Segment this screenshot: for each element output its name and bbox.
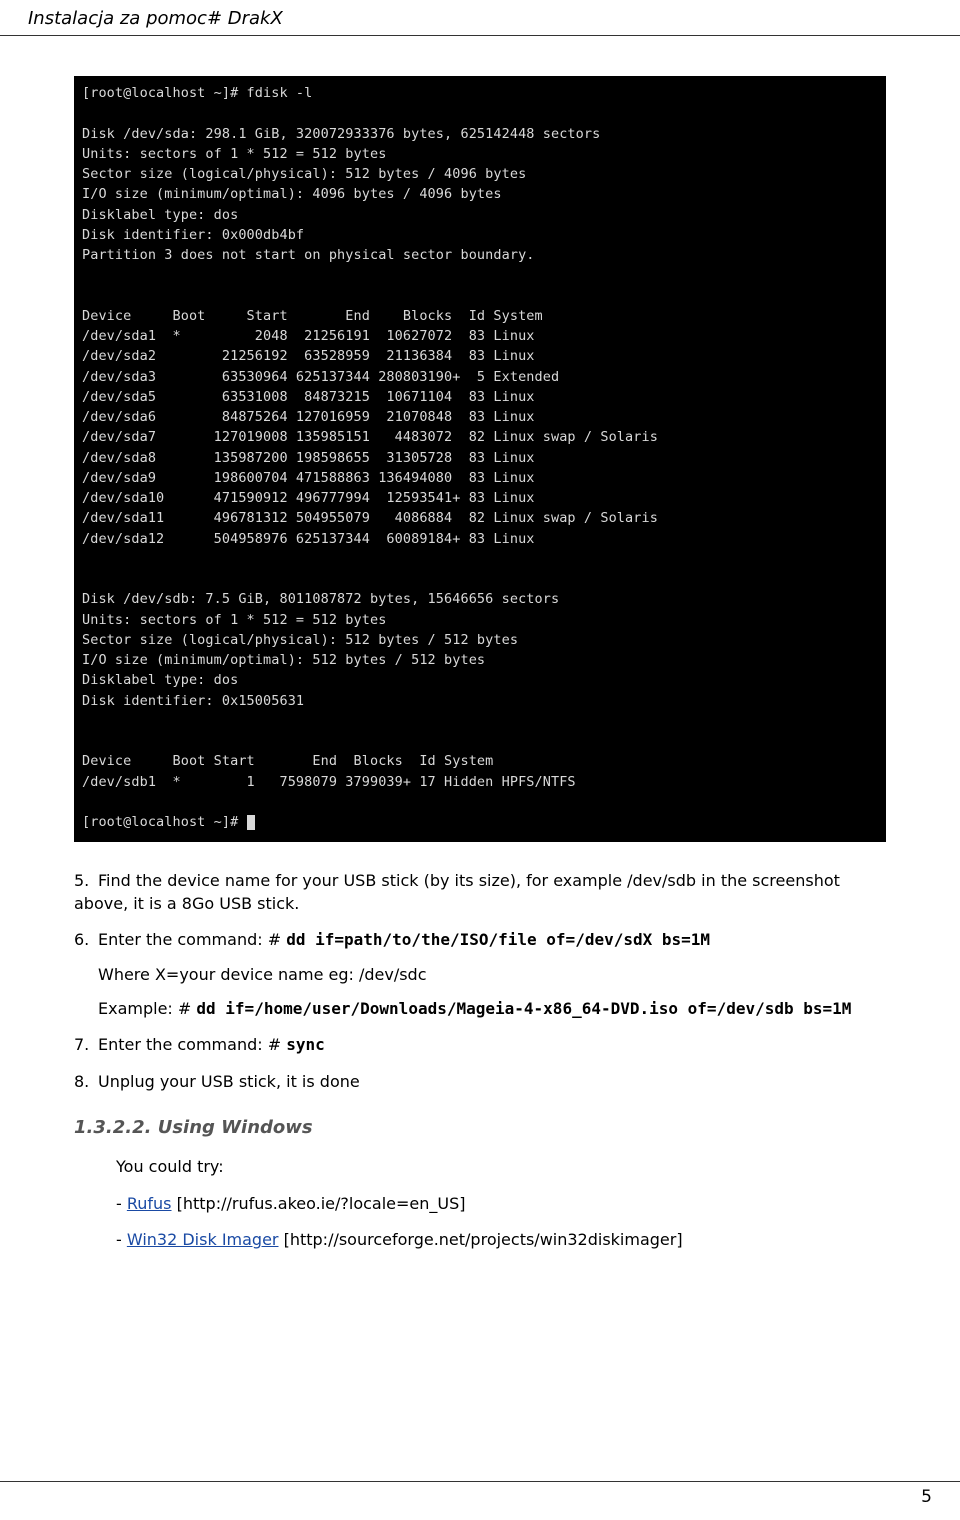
term-line: Disklabel type: dos xyxy=(82,672,238,688)
command-text: sync xyxy=(286,1035,325,1054)
step-text: Enter the command: # sync xyxy=(98,1035,325,1054)
term-prompt: [root@localhost ~]# xyxy=(82,814,247,830)
section-heading: 1.3.2.2. Using Windows xyxy=(74,1115,886,1140)
term-row: /dev/sda11 496781312 504955079 4086884 8… xyxy=(82,510,658,526)
dash: - xyxy=(116,1230,127,1249)
cursor-icon xyxy=(247,815,255,830)
term-line: Disk identifier: 0x000db4bf xyxy=(82,227,304,243)
step-number: 6. xyxy=(74,929,98,951)
command-text: dd if=/home/user/Downloads/Mageia-4-x86_… xyxy=(196,999,851,1018)
header-title: Instalacja za pomoc# DrakX xyxy=(28,8,283,29)
page-header: Instalacja za pomoc# DrakX xyxy=(0,0,960,36)
step-text: Unplug your USB stick, it is done xyxy=(98,1072,360,1091)
term-row: /dev/sda7 127019008 135985151 4483072 82… xyxy=(82,429,658,445)
link-line: - Win32 Disk Imager [http://sourceforge.… xyxy=(116,1229,886,1251)
page-number: 5 xyxy=(921,1487,932,1507)
term-row: /dev/sda5 63531008 84873215 10671104 83 … xyxy=(82,389,535,405)
step-text: Find the device name for your USB stick … xyxy=(74,871,840,912)
term-line: Disk /dev/sda: 298.1 GiB, 320072933376 b… xyxy=(82,126,600,142)
steps-list: 5.Find the device name for your USB stic… xyxy=(74,870,886,1093)
page-footer: 5 xyxy=(0,1481,960,1520)
term-table-head: Device Boot Start End Blocks Id System xyxy=(82,753,493,769)
win32-disk-imager-link[interactable]: Win32 Disk Imager xyxy=(127,1230,279,1249)
term-table-head: Device Boot Start End Blocks Id System xyxy=(82,308,543,324)
term-row: /dev/sda1 * 2048 21256191 10627072 83 Li… xyxy=(82,328,535,344)
term-row: /dev/sda2 21256192 63528959 21136384 83 … xyxy=(82,348,535,364)
term-line: Disk identifier: 0x15005631 xyxy=(82,693,304,709)
term-row: /dev/sda12 504958976 625137344 60089184+… xyxy=(82,531,535,547)
list-item: 5.Find the device name for your USB stic… xyxy=(74,870,886,915)
term-line: Disk /dev/sdb: 7.5 GiB, 8011087872 bytes… xyxy=(82,591,559,607)
term-line: Units: sectors of 1 * 512 = 512 bytes xyxy=(82,612,386,628)
command-text: dd if=path/to/the/ISO/file of=/dev/sdX b… xyxy=(286,930,710,949)
term-line: Sector size (logical/physical): 512 byte… xyxy=(82,166,526,182)
rufus-link[interactable]: Rufus xyxy=(127,1194,172,1213)
list-item: 8.Unplug your USB stick, it is done xyxy=(74,1071,886,1093)
section-body: You could try: - Rufus [http://rufus.ake… xyxy=(116,1156,886,1251)
term-prompt: [root@localhost ~]# fdisk -l xyxy=(82,85,312,101)
step-lead: Enter the command: # xyxy=(98,930,286,949)
step-where: Where X=your device name eg: /dev/sdc xyxy=(98,964,886,986)
step-number: 8. xyxy=(74,1071,98,1093)
term-row: /dev/sdb1 * 1 7598079 3799039+ 17 Hidden… xyxy=(82,774,576,790)
term-row: /dev/sda3 63530964 625137344 280803190+ … xyxy=(82,369,559,385)
step-example: Example: # dd if=/home/user/Downloads/Ma… xyxy=(98,998,886,1020)
term-line: I/O size (minimum/optimal): 512 bytes / … xyxy=(82,652,485,668)
link-url: [http://rufus.akeo.ie/?locale=en_US] xyxy=(172,1194,466,1213)
term-line: Disklabel type: dos xyxy=(82,207,238,223)
term-row: /dev/sda10 471590912 496777994 12593541+… xyxy=(82,490,535,506)
example-lead: Example: # xyxy=(98,999,196,1018)
terminal-output: [root@localhost ~]# fdisk -l Disk /dev/s… xyxy=(74,76,886,842)
term-line: Partition 3 does not start on physical s… xyxy=(82,247,535,263)
term-row: /dev/sda6 84875264 127016959 21070848 83… xyxy=(82,409,535,425)
term-row: /dev/sda9 198600704 471588863 136494080 … xyxy=(82,470,535,486)
term-line: Units: sectors of 1 * 512 = 512 bytes xyxy=(82,146,386,162)
link-line: - Rufus [http://rufus.akeo.ie/?locale=en… xyxy=(116,1193,886,1215)
list-item: 6.Enter the command: # dd if=path/to/the… xyxy=(74,929,886,1020)
step-number: 7. xyxy=(74,1034,98,1056)
list-item: 7.Enter the command: # sync xyxy=(74,1034,886,1056)
section-intro: You could try: xyxy=(116,1156,886,1178)
term-line: I/O size (minimum/optimal): 4096 bytes /… xyxy=(82,186,502,202)
step-lead: Enter the command: # xyxy=(98,1035,286,1054)
dash: - xyxy=(116,1194,127,1213)
step-number: 5. xyxy=(74,870,98,892)
step-text: Enter the command: # dd if=path/to/the/I… xyxy=(98,930,710,949)
document-body: 5.Find the device name for your USB stic… xyxy=(0,870,960,1251)
term-row: /dev/sda8 135987200 198598655 31305728 8… xyxy=(82,450,535,466)
link-url: [http://sourceforge.net/projects/win32di… xyxy=(279,1230,683,1249)
term-line: Sector size (logical/physical): 512 byte… xyxy=(82,632,518,648)
spacer xyxy=(0,1266,960,1336)
